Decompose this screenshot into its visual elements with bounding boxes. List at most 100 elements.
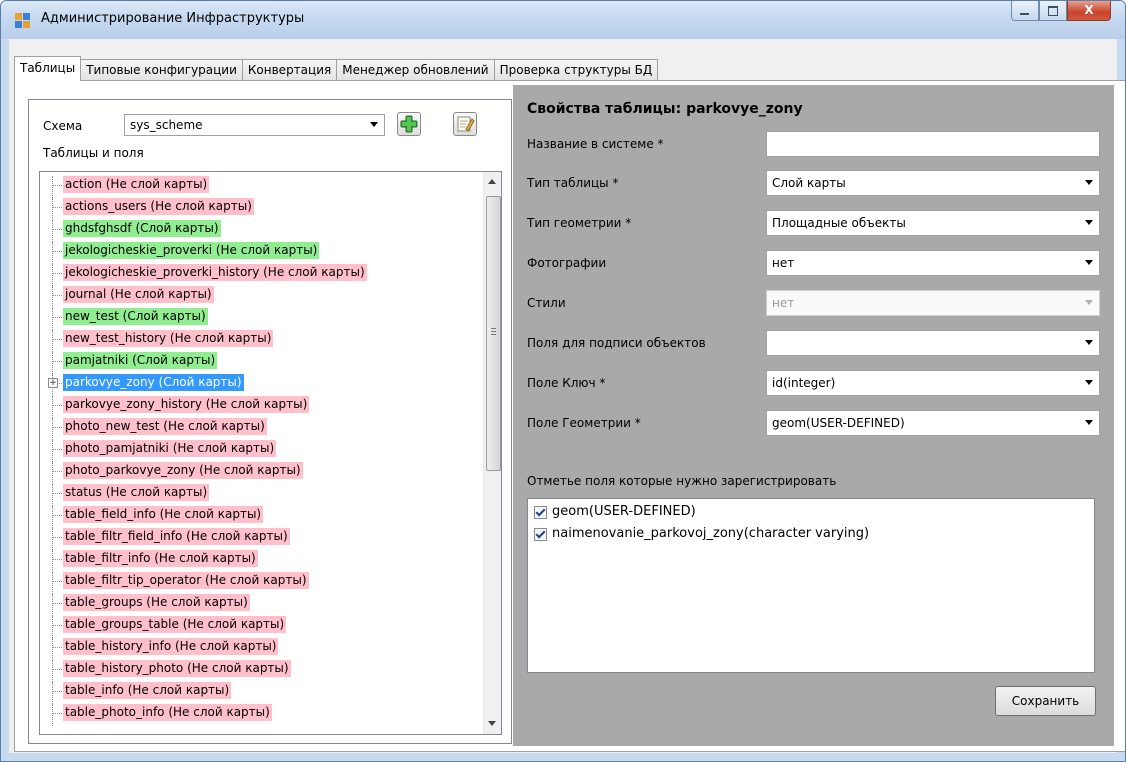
tree-connector [52, 396, 53, 418]
tree-connector [52, 361, 62, 362]
system-name-label: Название в системе * [527, 137, 664, 151]
tree-node-label: photo_parkovye_zony (Не слой карты) [63, 462, 303, 479]
scroll-down-icon[interactable] [488, 721, 496, 726]
edit-schema-button[interactable] [453, 112, 477, 136]
checkbox-checked-icon[interactable] [534, 506, 547, 519]
checkbox-checked-icon[interactable] [534, 528, 547, 541]
photos-label: Фотографии [527, 256, 607, 270]
chevron-down-icon [1085, 420, 1093, 425]
table-type-select[interactable]: Слой карты [766, 170, 1100, 196]
schema-select[interactable]: sys_scheme [124, 114, 385, 136]
tree-node-label: journal (Не слой карты) [63, 286, 214, 303]
window-title: Администрирование Инфраструктуры [41, 11, 305, 26]
add-schema-button[interactable] [397, 112, 421, 136]
tree-connector [52, 625, 62, 626]
tree-connector [52, 713, 62, 714]
tree-connector [52, 242, 53, 264]
properties-panel: Свойства таблицы: parkovye_zony Название… [513, 85, 1114, 746]
tree-node-label: table_filtr_field_info (Не слой карты) [63, 528, 290, 545]
tree-node-label: new_test (Слой карты) [63, 308, 208, 325]
tree-connector [52, 704, 53, 726]
tree-connector [52, 537, 62, 538]
tree-node-label: table_filtr_info (Не слой карты) [63, 550, 258, 567]
chevron-down-icon [1085, 300, 1093, 305]
photos-select[interactable]: нет [766, 250, 1100, 276]
key-field-select[interactable]: id(integer) [766, 370, 1100, 396]
expand-icon[interactable]: + [48, 378, 58, 388]
tree-connector [52, 660, 53, 682]
tree-connector [52, 339, 62, 340]
tree-connector [52, 528, 53, 550]
tree-node-label: new_test_history (Не слой карты) [63, 330, 274, 347]
tree-connector [52, 440, 53, 462]
tree-connector [52, 185, 62, 186]
maximize-button[interactable] [1039, 1, 1067, 21]
edit-icon [457, 116, 475, 132]
scroll-thumb[interactable] [486, 196, 501, 471]
geometry-type-select[interactable]: Площадные объекты [766, 210, 1100, 236]
save-button[interactable]: Сохранить [995, 686, 1096, 716]
geometry-field-value: geom(USER-DEFINED) [772, 416, 905, 430]
geometry-type-value: Площадные объекты [772, 216, 906, 230]
tree-connector [52, 308, 53, 330]
tab-typical-configs[interactable]: Типовые конфигурации [80, 59, 243, 81]
styles-value: нет [772, 296, 795, 310]
chevron-down-icon [1085, 340, 1093, 345]
grip-line [491, 331, 496, 332]
tree-node-label: jekologicheskie_proverki (Не слой карты) [63, 242, 320, 259]
tree-node-label: table_history_photo (Не слой карты) [63, 660, 291, 677]
scroll-up-icon[interactable] [488, 179, 496, 184]
tables-tree[interactable]: action (Не слой карты) actions_users (Не … [39, 171, 502, 735]
table-type-value: Слой карты [772, 176, 846, 190]
tree-connector [52, 229, 62, 230]
tree-node-label: table_groups (Не слой карты) [63, 594, 250, 611]
tree-node-label: table_info (Не слой карты) [63, 682, 232, 699]
tree-node-label: table_photo_info (Не слой карты) [63, 704, 272, 721]
checklist-item-label: naimenovanie_parkovoj_zony(character var… [552, 526, 870, 541]
tab-db-structure-check[interactable]: Проверка структуры БД [493, 59, 659, 81]
tree-node-label: jekologicheskie_proverki_history (Не сло… [63, 264, 367, 281]
app-window: Администрирование Инфраструктуры X Табли… [0, 0, 1126, 762]
close-icon: X [1084, 3, 1094, 17]
tree-connector [52, 515, 62, 516]
close-button[interactable]: X [1067, 1, 1111, 21]
plus-icon [400, 115, 418, 133]
register-fields-label: Отметье поля которые нужно зарегистриров… [527, 474, 837, 488]
tab-update-manager[interactable]: Менеджер обновлений [336, 59, 495, 81]
geometry-field-select[interactable]: geom(USER-DEFINED) [766, 410, 1100, 436]
tree-connector [52, 638, 53, 660]
tree-scrollbar[interactable] [483, 172, 501, 734]
tree-node-label: parkovye_zony_history (Не слой карты) [63, 396, 310, 413]
tree-node-label: pamjatniki (Слой карты) [63, 352, 218, 369]
chevron-down-icon [1085, 220, 1093, 225]
minimize-icon [1020, 13, 1029, 15]
minimize-button[interactable] [1011, 1, 1039, 21]
tree-connector [52, 449, 62, 450]
tree-connector [52, 207, 62, 208]
tree-connector [52, 427, 62, 428]
chevron-down-icon [1085, 180, 1093, 185]
tree-connector [52, 462, 53, 484]
tree-connector [52, 352, 53, 374]
tree-list: action (Не слой карты) actions_users (Не … [40, 172, 485, 734]
system-name-input[interactable] [766, 131, 1100, 157]
tree-node-label: status (Не слой карты) [63, 484, 210, 501]
tree-connector [52, 616, 53, 638]
key-field-value: id(integer) [772, 376, 836, 390]
geometry-type-label: Тип геометрии * [527, 216, 632, 230]
tree-connector [52, 647, 62, 648]
table-type-label: Тип таблицы * [527, 176, 619, 190]
tree-connector [52, 264, 53, 286]
tree-connector [52, 572, 53, 594]
title-bar[interactable]: Администрирование Инфраструктуры X [1, 1, 1125, 39]
tree-connector [52, 581, 62, 582]
label-fields-select[interactable] [766, 330, 1100, 356]
tree-connector [52, 682, 53, 704]
tab-tables[interactable]: Таблицы [14, 56, 82, 81]
tab-conversion[interactable]: Конвертация [241, 59, 338, 81]
chevron-down-icon [370, 122, 378, 127]
tree-connector [52, 594, 53, 616]
tree-connector [52, 317, 62, 318]
tree-connector [52, 484, 53, 506]
checklist-item-label: geom(USER-DEFINED) [552, 504, 696, 519]
